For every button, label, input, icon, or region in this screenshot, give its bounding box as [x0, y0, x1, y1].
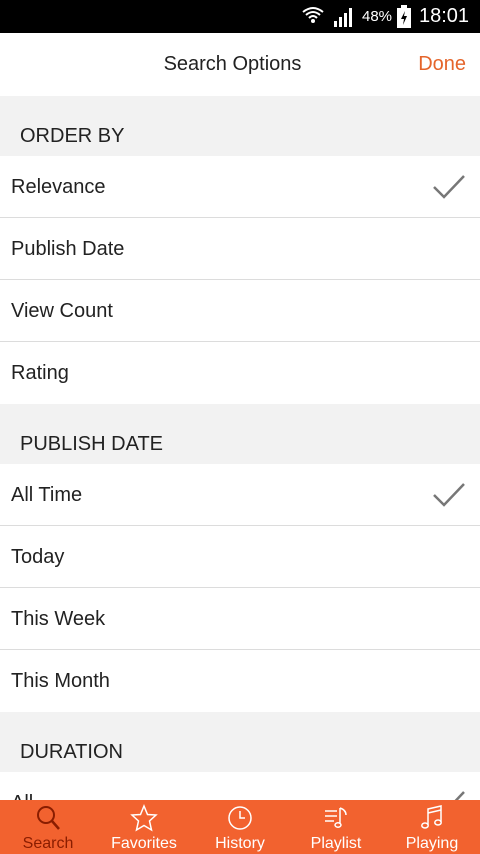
option-today[interactable]: Today	[0, 526, 480, 588]
section-header-duration: DURATION	[0, 712, 480, 772]
publish-date-group: All Time Today This Week This Month	[0, 464, 480, 712]
tab-label: Playing	[405, 835, 459, 852]
option-view-count[interactable]: View Count	[0, 280, 480, 342]
option-relevance[interactable]: Relevance	[0, 156, 480, 218]
option-rating[interactable]: Rating	[0, 342, 480, 404]
clock-icon	[228, 806, 252, 830]
signal-icon	[334, 8, 352, 27]
battery-charging-icon	[397, 5, 411, 28]
option-label: This Month	[11, 670, 110, 692]
tab-playing[interactable]: Playing	[384, 800, 480, 854]
battery-percentage: 48%	[362, 8, 393, 25]
checkmark-icon	[454, 791, 465, 800]
option-label: Rating	[11, 362, 69, 384]
search-icon	[37, 806, 60, 830]
tab-playlist[interactable]: Playlist	[288, 800, 384, 854]
status-bar: 48% 18:01	[0, 0, 480, 33]
option-label: All Time	[11, 484, 83, 506]
done-button[interactable]: Done	[418, 33, 466, 96]
option-label: Today	[11, 546, 65, 568]
option-label: View Count	[11, 300, 113, 322]
order-by-group: Relevance Publish Date View Count Rating	[0, 156, 480, 404]
bottom-tab-bar: Search Favorites History Playlist Playin…	[0, 800, 480, 854]
tab-label: History	[215, 835, 265, 852]
section-header-publish-date: PUBLISH DATE	[0, 404, 480, 464]
tab-history[interactable]: History	[192, 800, 288, 854]
wifi-icon	[302, 7, 324, 23]
option-this-month[interactable]: This Month	[0, 650, 480, 712]
tab-search[interactable]: Search	[0, 800, 96, 854]
option-label: This Week	[11, 608, 106, 630]
tab-label: Search	[22, 835, 74, 852]
status-clock: 18:01	[419, 5, 470, 27]
options-list: ORDER BY Relevance Publish Date View Cou…	[0, 96, 480, 800]
option-publish-date[interactable]: Publish Date	[0, 218, 480, 280]
star-icon	[130, 804, 158, 832]
option-label: Publish Date	[11, 238, 125, 260]
music-note-icon	[421, 805, 442, 829]
checkmark-icon	[433, 175, 465, 199]
tab-label: Playlist	[310, 835, 362, 852]
duration-group: All	[0, 772, 480, 800]
tab-label: Favorites	[111, 835, 177, 852]
section-header-order-by: ORDER BY	[0, 96, 480, 156]
playlist-icon	[325, 807, 347, 828]
option-all-time[interactable]: All Time	[0, 464, 480, 526]
checkmark-icon	[433, 483, 465, 507]
option-this-week[interactable]: This Week	[0, 588, 480, 650]
tab-favorites[interactable]: Favorites	[96, 800, 192, 854]
option-all-duration[interactable]: All	[0, 772, 480, 800]
option-label: All	[11, 792, 33, 800]
nav-bar: Search Options Done	[0, 33, 480, 96]
option-label: Relevance	[11, 176, 106, 198]
page-title: Search Options	[163, 53, 302, 75]
